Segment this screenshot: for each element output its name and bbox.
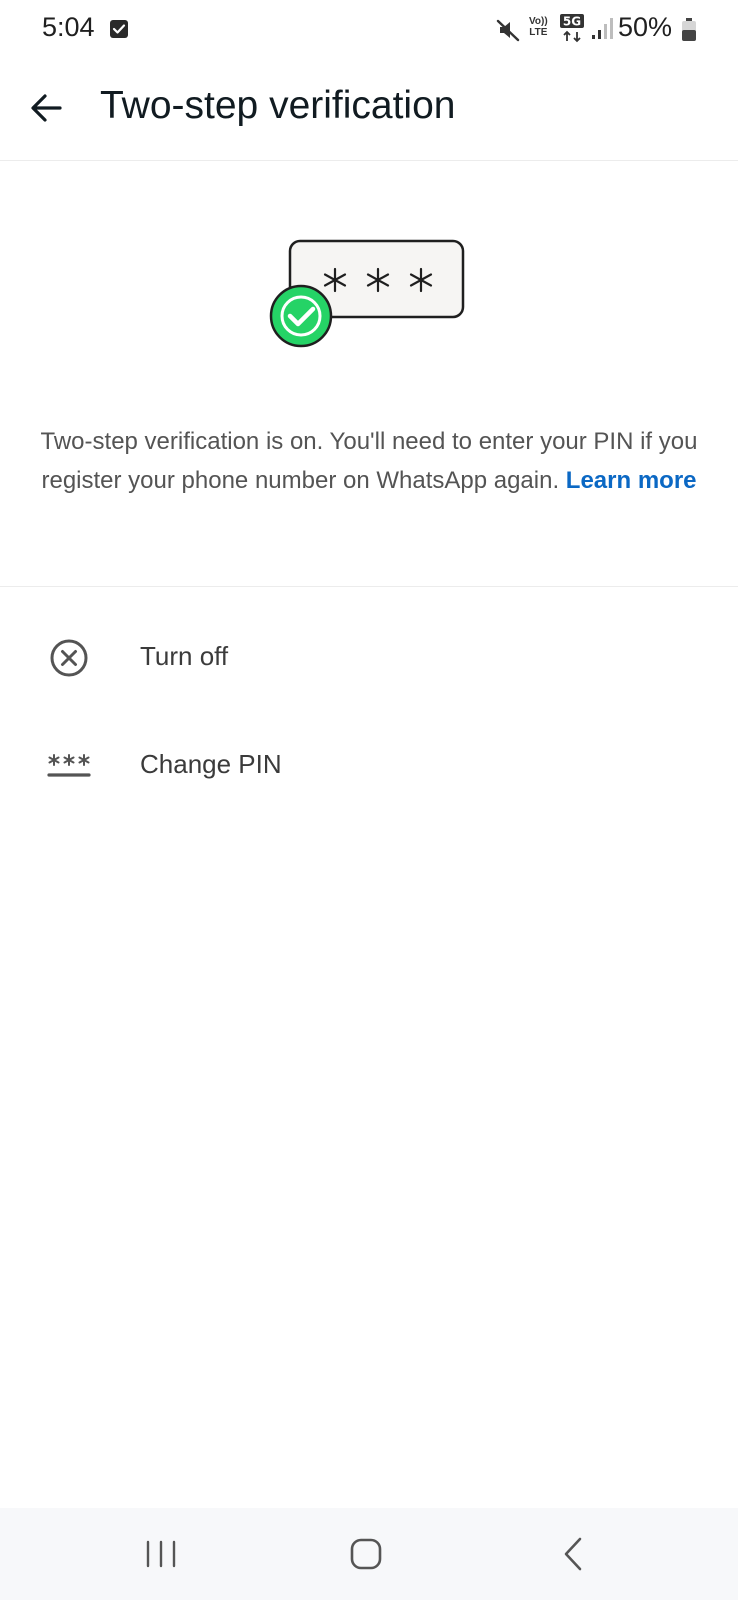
change-pin-button[interactable]: Change PIN (0, 713, 738, 817)
checkbox-notification-icon (110, 20, 128, 38)
pin-check-illustration (269, 239, 465, 348)
recents-icon[interactable] (139, 1532, 183, 1576)
learn-more-link[interactable]: Learn more (566, 467, 697, 494)
circle-x-icon (50, 639, 88, 677)
volte-indicator: Vo)) LTE (529, 16, 548, 38)
battery-percentage: 50% (618, 12, 673, 42)
arrow-left-icon[interactable] (24, 85, 70, 131)
mute-icon (496, 19, 520, 42)
system-nav-bar (0, 1508, 738, 1600)
status-time: 5:04 (42, 12, 95, 42)
status-bar: 5:04 Vo)) LTE 5G 50% (0, 0, 738, 60)
asterisk-pin-icon (47, 754, 91, 777)
network-label: 5G (563, 15, 581, 29)
nav-back-icon[interactable] (552, 1532, 596, 1576)
battery-icon (682, 18, 696, 41)
signal-icon (592, 18, 613, 39)
lte-label: LTE (529, 27, 548, 38)
change-pin-label: Change PIN (140, 749, 282, 779)
info-text: Two-step verification is on. You'll need… (40, 422, 698, 500)
network-5g-icon: 5G (560, 14, 584, 43)
home-icon[interactable] (344, 1532, 388, 1576)
app-bar: Two-step verification (0, 60, 738, 161)
turn-off-label: Turn off (140, 641, 229, 671)
page-title: Two-step verification (100, 84, 456, 127)
turn-off-button[interactable]: Turn off (0, 605, 738, 709)
section-divider (0, 586, 738, 587)
volte-label: Vo)) (529, 16, 548, 27)
